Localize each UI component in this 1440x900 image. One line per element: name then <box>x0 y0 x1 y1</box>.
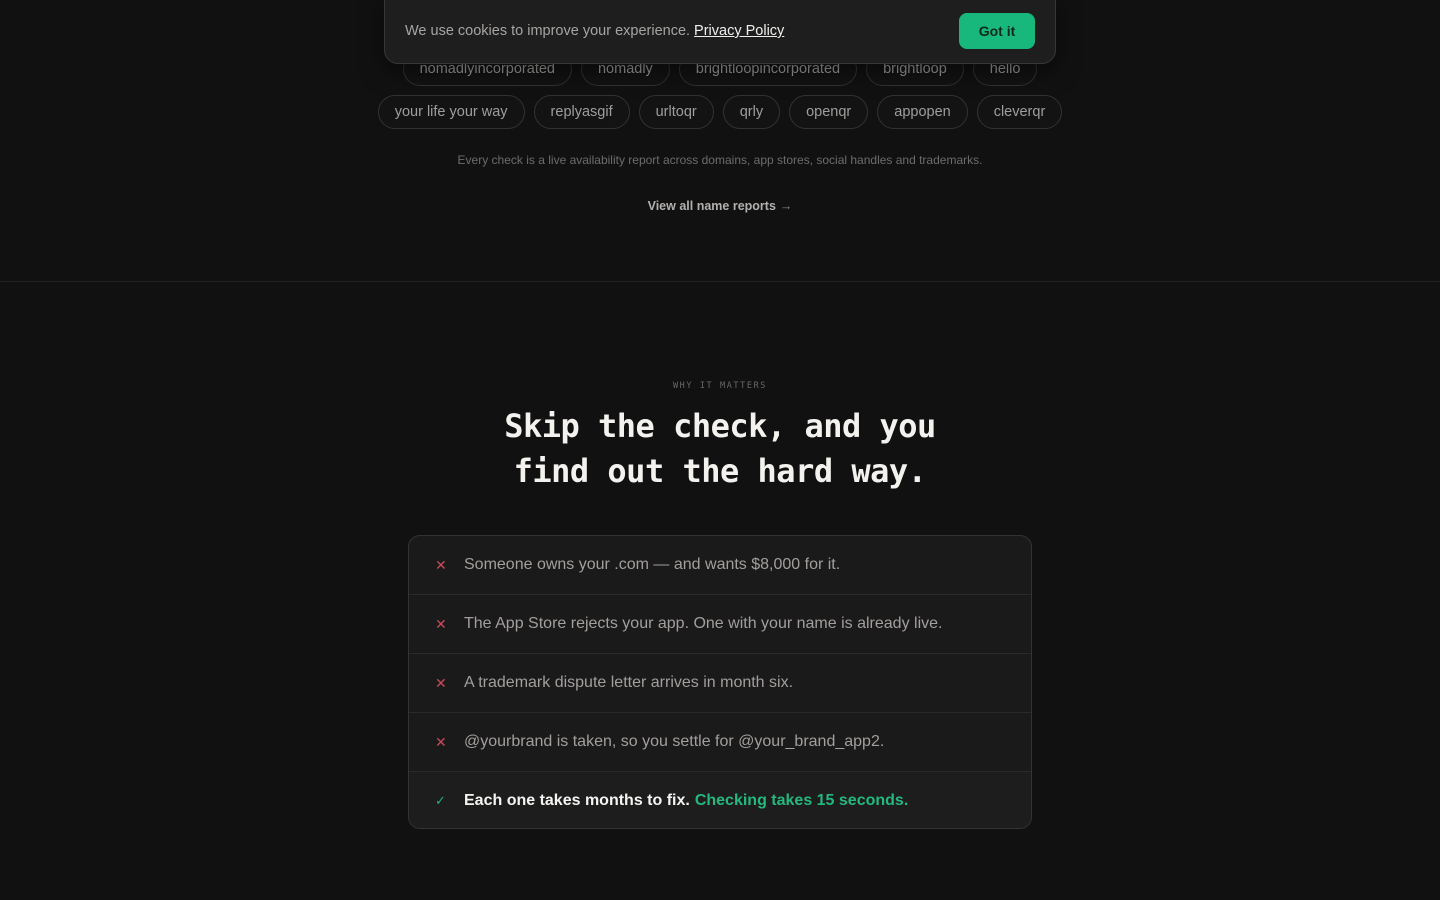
cookie-banner: We use cookies to improve your experienc… <box>384 0 1056 64</box>
summary-item: ✓ Each one takes months to fix. Checking … <box>409 772 1031 828</box>
risk-item: ✕ @yourbrand is taken, so you settle for… <box>409 713 1031 772</box>
summary-highlight: Checking takes 15 seconds. <box>694 791 909 809</box>
risk-text: The App Store rejects your app. One with… <box>464 615 943 632</box>
name-chip[interactable]: openqr <box>789 95 869 129</box>
name-chip[interactable]: appopen <box>877 95 968 129</box>
risk-text: @yourbrand is taken, so you settle for @… <box>464 733 885 750</box>
view-all-reports: View all name reports → <box>0 199 1440 213</box>
reports-caption: Every check is a live availability repor… <box>457 153 983 167</box>
risk-item: ✕ The App Store rejects your app. One wi… <box>409 595 1031 654</box>
risk-item: ✕ Someone owns your .com — and wants $8,… <box>409 536 1031 595</box>
name-chip[interactable]: replyasgif <box>533 95 630 129</box>
summary-main: Each one takes months to fix. <box>464 791 690 809</box>
risk-text: A trademark dispute letter arrives in mo… <box>464 674 794 691</box>
name-chip[interactable]: urltoqr <box>638 95 714 129</box>
view-all-reports-link[interactable]: View all name reports <box>648 199 776 213</box>
privacy-policy-link[interactable]: Privacy Policy <box>694 23 784 39</box>
headline-line-1: Skip the check, and you <box>504 407 936 445</box>
section-eyebrow: WHY IT MATTERS <box>672 381 768 391</box>
section-headline: Skip the check, and you find out the har… <box>0 404 1440 494</box>
risk-text: Someone owns your .com — and wants $8,00… <box>464 556 841 573</box>
name-chips-row-2: your life your way replyasgif urltoqr qr… <box>0 95 1440 129</box>
got-it-button[interactable]: Got it <box>959 13 1035 49</box>
risk-list: ✕ Someone owns your .com — and wants $8,… <box>408 535 1032 829</box>
check-icon: ✓ <box>435 792 446 808</box>
name-chip[interactable]: qrly <box>722 95 781 129</box>
risk-item: ✕ A trademark dispute letter arrives in … <box>409 654 1031 713</box>
x-icon: ✕ <box>435 674 447 691</box>
page: nomadlyincorporated nomadly brightloopin… <box>0 0 1440 900</box>
headline-line-2: find out the hard way. <box>513 452 927 490</box>
x-icon: ✕ <box>435 615 447 632</box>
x-icon: ✕ <box>435 733 447 750</box>
name-chip[interactable]: your life your way <box>377 95 525 129</box>
arrow-right-icon: → <box>779 199 793 213</box>
cookie-message: We use cookies to improve your experienc… <box>405 23 784 39</box>
section-divider <box>0 281 1440 282</box>
summary-text: Each one takes months to fix. Checking ta… <box>464 792 908 810</box>
cookie-message-text: We use cookies to improve your experienc… <box>405 23 691 39</box>
name-chip[interactable]: cleverqr <box>976 95 1063 129</box>
x-icon: ✕ <box>435 556 447 573</box>
